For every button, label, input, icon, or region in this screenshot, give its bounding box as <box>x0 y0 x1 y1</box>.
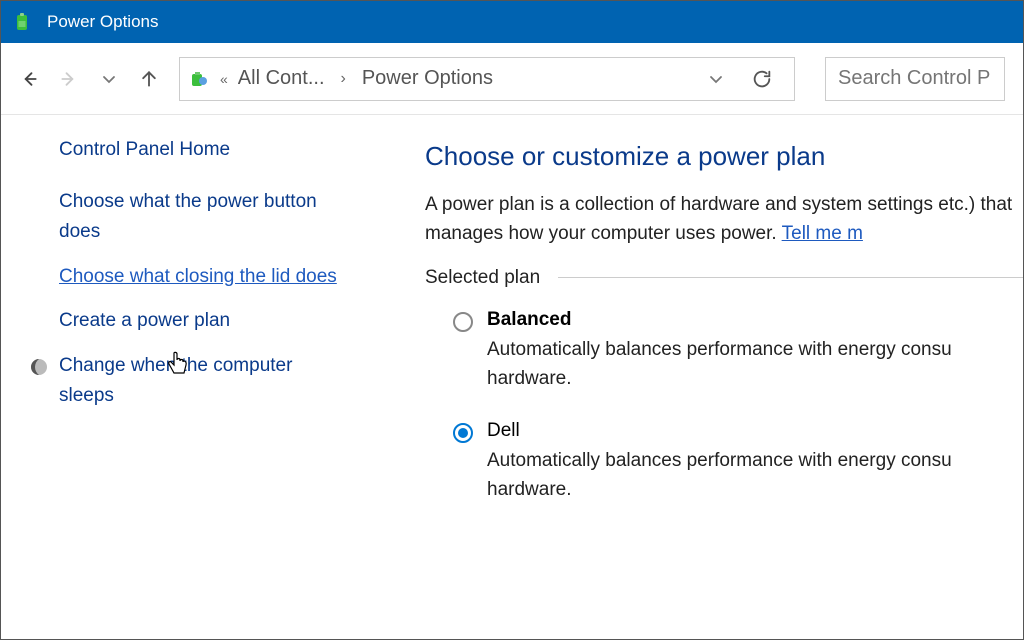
search-box[interactable] <box>825 57 1005 101</box>
plan-dell-name[interactable]: Dell <box>487 420 1023 442</box>
search-input[interactable] <box>838 67 992 90</box>
sidebar-link-power-button[interactable]: Choose what the power button does <box>59 187 343 248</box>
window-title: Power Options <box>47 12 159 32</box>
sidebar-link-closing-lid[interactable]: Choose what closing the lid does <box>59 262 343 292</box>
plan-balanced-desc: Automatically balances performance with … <box>487 335 1023 394</box>
breadcrumb-root[interactable]: All Cont... <box>238 67 325 90</box>
radio-dell[interactable] <box>453 423 473 443</box>
sidebar-title[interactable]: Control Panel Home <box>59 133 343 161</box>
plan-balanced-name[interactable]: Balanced <box>487 309 1023 331</box>
sidebar-link-create-plan[interactable]: Create a power plan <box>59 306 343 336</box>
sidebar: Control Panel Home Choose what the power… <box>1 133 371 531</box>
plan-balanced: Balanced Automatically balances performa… <box>425 309 1023 394</box>
plan-dell: Dell Automatically balances performance … <box>425 420 1023 505</box>
breadcrumb-root-abbrev: « <box>220 71 228 87</box>
section-header: Selected plan <box>425 267 1023 289</box>
titlebar: Power Options <box>1 1 1023 43</box>
chevron-right-icon[interactable]: › <box>335 70 352 88</box>
address-bar: « All Cont... › Power Options <box>1 43 1023 115</box>
moon-icon <box>29 351 49 377</box>
plan-dell-desc: Automatically balances performance with … <box>487 446 1023 505</box>
sidebar-link-sleep[interactable]: Change when the computer sleeps <box>59 351 343 412</box>
section-title: Selected plan <box>425 267 540 289</box>
tell-me-more-link[interactable]: Tell me m <box>782 223 863 244</box>
breadcrumb-current[interactable]: Power Options <box>362 67 493 90</box>
recent-locations-chevron[interactable] <box>99 69 119 89</box>
control-panel-icon <box>190 69 210 89</box>
description-text: A power plan is a collection of hardware… <box>425 194 1012 244</box>
forward-button[interactable] <box>59 69 79 89</box>
main-panel: Choose or customize a power plan A power… <box>371 133 1023 531</box>
radio-balanced[interactable] <box>453 312 473 332</box>
content: Control Panel Home Choose what the power… <box>1 115 1023 531</box>
page-title: Choose or customize a power plan <box>425 141 1023 172</box>
breadcrumb-dropdown-chevron[interactable] <box>706 69 726 89</box>
divider <box>558 277 1023 278</box>
battery-icon <box>11 11 33 33</box>
page-description: A power plan is a collection of hardware… <box>425 190 1023 249</box>
back-button[interactable] <box>19 69 39 89</box>
refresh-button[interactable] <box>740 57 784 101</box>
breadcrumb[interactable]: « All Cont... › Power Options <box>179 57 795 101</box>
up-button[interactable] <box>139 69 159 89</box>
